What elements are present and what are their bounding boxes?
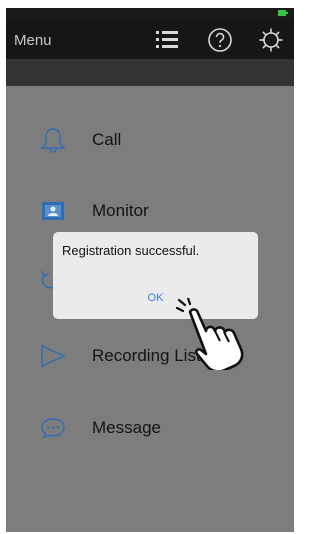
phone-screen: Menu Call Monitor Recording List Message… (6, 8, 294, 532)
dialog-message: Registration successful. (62, 243, 200, 258)
bell-icon (40, 128, 66, 153)
menu-item-label: Message (92, 418, 161, 437)
menu-item-label: Monitor (92, 201, 149, 220)
app-header: Menu (6, 21, 294, 59)
menu-item-message[interactable]: Message (6, 408, 294, 448)
play-icon (41, 344, 66, 368)
message-icon (41, 418, 65, 439)
menu-item-call[interactable]: Call (6, 120, 294, 160)
sub-header-bar (6, 59, 294, 86)
page-title: Menu (14, 32, 52, 49)
hand-cursor-icon (175, 298, 244, 370)
menu-item-monitor[interactable]: Monitor (6, 191, 294, 231)
status-bar (6, 8, 294, 21)
list-icon[interactable] (154, 27, 180, 53)
monitor-icon (42, 202, 64, 220)
gear-icon[interactable] (258, 27, 284, 53)
menu-item-label: Call (92, 130, 122, 149)
help-icon[interactable] (207, 27, 233, 53)
battery-icon (278, 10, 288, 16)
